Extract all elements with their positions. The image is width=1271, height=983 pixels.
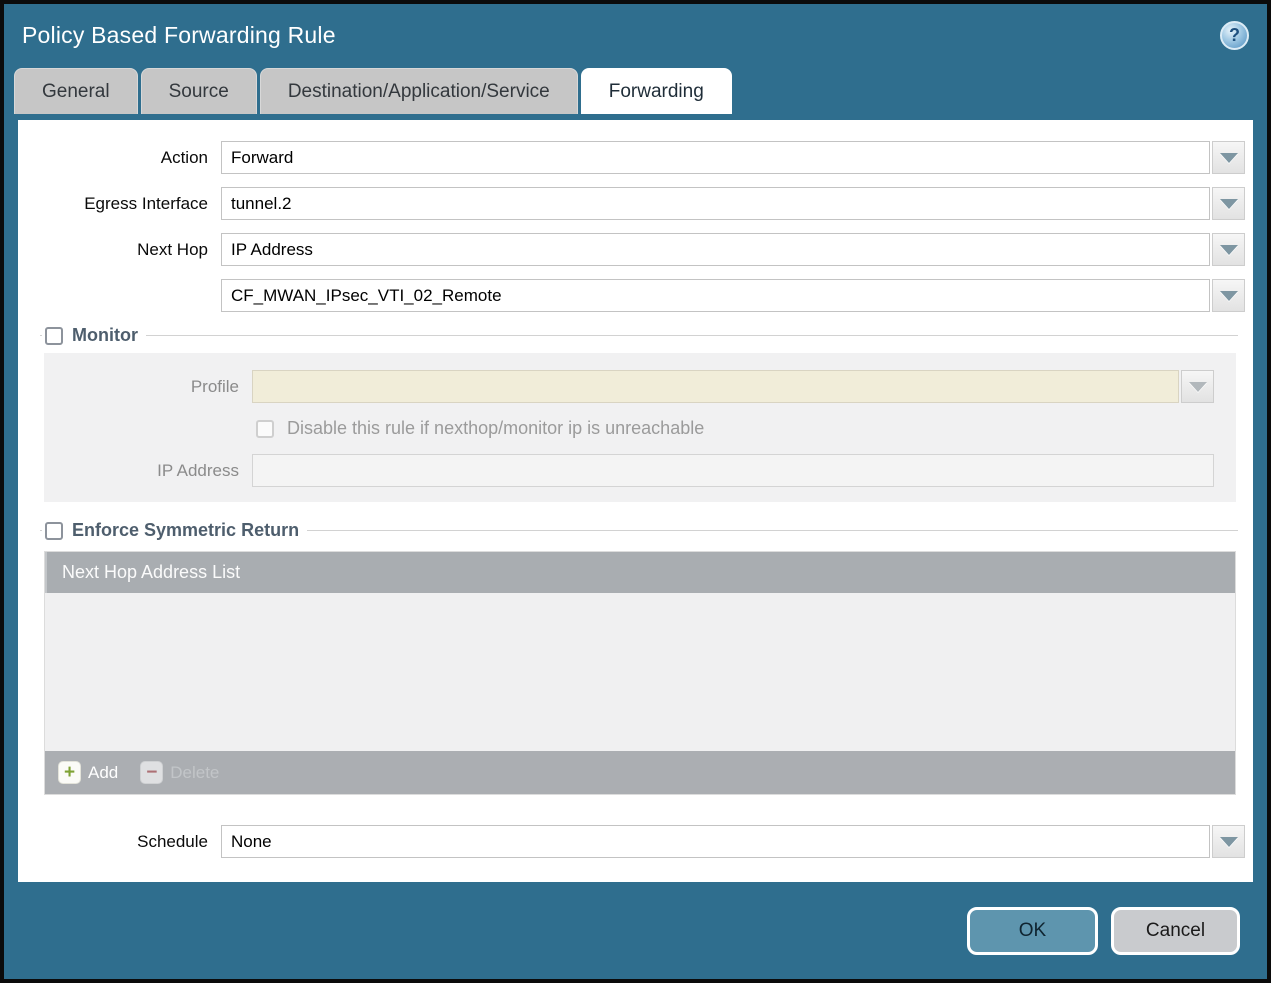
profile-input bbox=[252, 370, 1179, 403]
next-hop-address-table-header: Next Hop Address List bbox=[45, 552, 1235, 593]
chevron-down-icon bbox=[1189, 382, 1207, 392]
tab-destination-application-service[interactable]: Destination/Application/Service bbox=[260, 68, 578, 114]
cancel-button[interactable]: Cancel bbox=[1111, 907, 1240, 955]
egress-interface-dropdown-button[interactable] bbox=[1212, 187, 1245, 220]
chevron-down-icon bbox=[1220, 199, 1238, 209]
monitor-ip-address-input bbox=[252, 454, 1214, 487]
monitor-group-label: Monitor bbox=[72, 325, 138, 346]
tab-general[interactable]: General bbox=[14, 68, 138, 114]
profile-label: Profile bbox=[44, 377, 252, 397]
tab-bar: General Source Destination/Application/S… bbox=[4, 66, 1267, 114]
next-hop-address-row bbox=[18, 279, 1245, 312]
next-hop-row: Next Hop bbox=[18, 233, 1245, 266]
plus-icon: + bbox=[58, 761, 81, 784]
profile-dropdown-button bbox=[1181, 370, 1214, 403]
action-row: Action bbox=[18, 141, 1245, 174]
next-hop-address-table: Next Hop Address List + Add − Delete bbox=[44, 551, 1236, 795]
disable-rule-checkbox bbox=[256, 420, 274, 438]
next-hop-address-table-body[interactable] bbox=[45, 593, 1235, 751]
symmetric-return-group: Enforce Symmetric Return Next Hop Addres… bbox=[40, 520, 1238, 795]
chevron-down-icon bbox=[1220, 245, 1238, 255]
next-hop-label: Next Hop bbox=[18, 240, 221, 260]
action-input[interactable] bbox=[221, 141, 1210, 174]
next-hop-type-dropdown-button[interactable] bbox=[1212, 233, 1245, 266]
dialog-footer: OK Cancel bbox=[4, 882, 1267, 979]
dialog-title: Policy Based Forwarding Rule bbox=[22, 22, 336, 49]
delete-button: − Delete bbox=[140, 761, 219, 784]
monitor-checkbox[interactable] bbox=[45, 327, 63, 345]
policy-based-forwarding-dialog: Policy Based Forwarding Rule ? General S… bbox=[0, 0, 1271, 983]
schedule-label: Schedule bbox=[18, 832, 221, 852]
minus-icon: − bbox=[140, 761, 163, 784]
chevron-down-icon bbox=[1220, 837, 1238, 847]
next-hop-address-table-footer: + Add − Delete bbox=[45, 751, 1235, 794]
action-label: Action bbox=[18, 148, 221, 168]
monitor-ip-address-label: IP Address bbox=[44, 461, 252, 481]
disable-rule-row: Disable this rule if nexthop/monitor ip … bbox=[256, 418, 1222, 439]
chevron-down-icon bbox=[1220, 291, 1238, 301]
monitor-ip-address-row: IP Address bbox=[44, 454, 1214, 487]
schedule-row: Schedule bbox=[18, 825, 1245, 858]
help-icon[interactable]: ? bbox=[1220, 21, 1249, 50]
enforce-symmetric-return-checkbox[interactable] bbox=[45, 522, 63, 540]
action-dropdown-button[interactable] bbox=[1212, 141, 1245, 174]
add-button[interactable]: + Add bbox=[58, 761, 118, 784]
schedule-dropdown-button[interactable] bbox=[1212, 825, 1245, 858]
egress-interface-row: Egress Interface bbox=[18, 187, 1245, 220]
egress-interface-input[interactable] bbox=[221, 187, 1210, 220]
tab-forwarding[interactable]: Forwarding bbox=[581, 68, 732, 114]
ok-button[interactable]: OK bbox=[967, 907, 1098, 955]
delete-button-label: Delete bbox=[170, 763, 219, 783]
monitor-group-body: Profile Disable this rule if nexthop/mon… bbox=[44, 353, 1236, 502]
tab-content-forwarding: Action Egress Interface Next Hop bbox=[18, 120, 1253, 882]
chevron-down-icon bbox=[1220, 153, 1238, 163]
tab-source[interactable]: Source bbox=[141, 68, 257, 114]
disable-rule-label: Disable this rule if nexthop/monitor ip … bbox=[287, 418, 704, 439]
schedule-input[interactable] bbox=[221, 825, 1210, 858]
enforce-symmetric-return-label: Enforce Symmetric Return bbox=[72, 520, 299, 541]
next-hop-address-input[interactable] bbox=[221, 279, 1210, 312]
egress-interface-label: Egress Interface bbox=[18, 194, 221, 214]
add-button-label: Add bbox=[88, 763, 118, 783]
next-hop-type-input[interactable] bbox=[221, 233, 1210, 266]
monitor-group: Monitor Profile Disable this rule if nex… bbox=[40, 325, 1238, 502]
dialog-titlebar: Policy Based Forwarding Rule ? bbox=[4, 4, 1267, 66]
profile-row: Profile bbox=[44, 370, 1214, 403]
next-hop-address-dropdown-button[interactable] bbox=[1212, 279, 1245, 312]
